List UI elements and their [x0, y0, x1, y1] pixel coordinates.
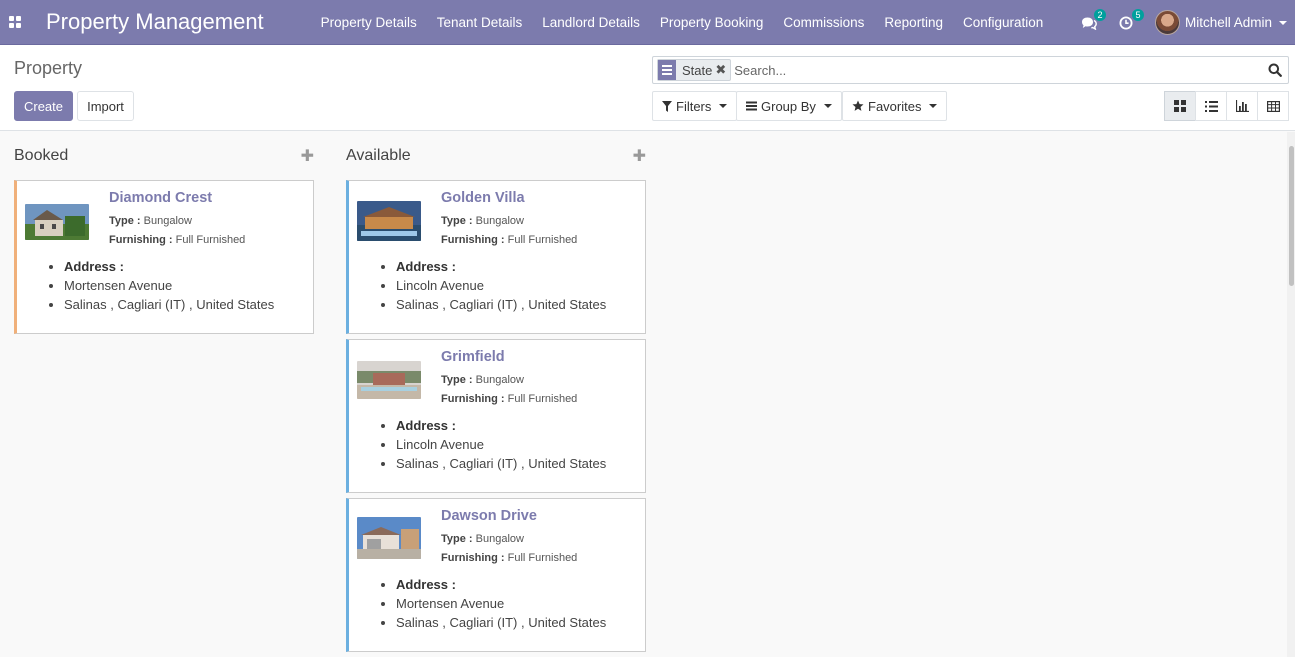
- property-furnishing: Furnishing : Full Furnished: [441, 393, 578, 405]
- search-icon[interactable]: [1268, 63, 1282, 80]
- user-menu[interactable]: Mitchell Admin: [1154, 10, 1287, 35]
- main-menu: Property Details Tenant Details Landlord…: [311, 0, 1054, 45]
- property-name[interactable]: Grimfield: [441, 349, 505, 365]
- property-type: Type : Bungalow: [441, 374, 524, 386]
- menu-property-details[interactable]: Property Details: [311, 0, 427, 45]
- vertical-scrollbar[interactable]: [1287, 132, 1295, 657]
- kanban-column-available: Available ✚ Golden Villa Type : Bungalow…: [346, 132, 646, 657]
- facet-remove-icon[interactable]: ✖: [715, 62, 730, 78]
- kanban-column-booked: Booked ✚ Diamond Crest Type : Bungalow F…: [14, 132, 314, 339]
- breadcrumb: Property: [14, 58, 83, 78]
- scrollbar-thumb[interactable]: [1289, 146, 1294, 286]
- groupby-facet-icon: [658, 60, 676, 80]
- filters-caret-icon: [719, 104, 728, 108]
- control-panel: Property Create Import State ✖ Filters G…: [0, 45, 1295, 131]
- property-thumbnail: [357, 201, 421, 241]
- kanban-view-button[interactable]: [1164, 91, 1196, 121]
- property-address: Address : Mortensen Avenue Salinas , Cag…: [64, 257, 274, 314]
- favorites-dropdown[interactable]: Favorites: [842, 91, 948, 121]
- kanban-card[interactable]: Dawson Drive Type : Bungalow Furnishing …: [346, 498, 646, 652]
- search-bar: State ✖: [652, 56, 1289, 84]
- user-name: Mitchell Admin: [1184, 15, 1272, 30]
- add-card-plus-icon[interactable]: ✚: [633, 146, 646, 166]
- groupby-label: Group By: [761, 98, 816, 114]
- property-type: Type : Bungalow: [441, 533, 524, 545]
- view-switcher: [1164, 91, 1289, 121]
- messages-button[interactable]: 2: [1081, 8, 1106, 30]
- user-caret-icon: [1279, 20, 1287, 25]
- filter-icon: [662, 100, 672, 112]
- star-icon: [852, 100, 864, 111]
- menu-tenant-details[interactable]: Tenant Details: [427, 0, 533, 45]
- property-address: Address : Lincoln Avenue Salinas , Cagli…: [396, 257, 606, 314]
- user-avatar: [1154, 10, 1180, 35]
- property-thumbnail: [25, 204, 89, 240]
- filters-label: Filters: [676, 98, 712, 114]
- property-furnishing: Furnishing : Full Furnished: [109, 234, 246, 246]
- menu-commissions[interactable]: Commissions: [773, 0, 874, 45]
- table-icon: [1266, 100, 1280, 112]
- property-thumbnail: [357, 517, 421, 559]
- kanban-icon: [1174, 100, 1186, 112]
- apps-grid-icon: [9, 16, 21, 28]
- create-button[interactable]: Create: [14, 91, 73, 121]
- graph-view-button[interactable]: [1226, 91, 1258, 121]
- filters-dropdown[interactable]: Filters: [652, 91, 738, 121]
- pivot-view-button[interactable]: [1257, 91, 1289, 121]
- menu-landlord-details[interactable]: Landlord Details: [532, 0, 650, 45]
- property-name[interactable]: Diamond Crest: [109, 190, 212, 206]
- menu-configuration[interactable]: Configuration: [953, 0, 1053, 45]
- add-card-plus-icon[interactable]: ✚: [301, 146, 314, 166]
- clock-icon: [1119, 16, 1133, 30]
- top-navbar: Property Management Property Details Ten…: [0, 0, 1295, 45]
- groupby-dropdown[interactable]: Group By: [736, 91, 842, 121]
- list-icon: [1204, 100, 1218, 112]
- groupby-caret-icon: [823, 104, 832, 108]
- property-address: Address : Mortensen Avenue Salinas , Cag…: [396, 575, 606, 632]
- favorites-label: Favorites: [868, 98, 922, 114]
- activities-badge: 5: [1131, 8, 1144, 21]
- column-header: Booked ✚: [14, 132, 314, 180]
- property-name[interactable]: Golden Villa: [441, 190, 525, 206]
- property-name[interactable]: Dawson Drive: [441, 508, 537, 524]
- menu-property-booking[interactable]: Property Booking: [650, 0, 774, 45]
- app-name[interactable]: Property Management: [46, 9, 264, 35]
- apps-menu-button[interactable]: [0, 0, 30, 45]
- column-title: Available: [346, 147, 411, 164]
- search-facet-state[interactable]: State ✖: [657, 59, 732, 81]
- property-type: Type : Bungalow: [441, 215, 524, 227]
- property-furnishing: Furnishing : Full Furnished: [441, 234, 578, 246]
- messages-badge: 2: [1093, 8, 1106, 21]
- list-view-button[interactable]: [1195, 91, 1227, 121]
- kanban-board: Booked ✚ Diamond Crest Type : Bungalow F…: [0, 132, 1295, 657]
- kanban-card[interactable]: Diamond Crest Type : Bungalow Furnishing…: [14, 180, 314, 334]
- property-type: Type : Bungalow: [109, 215, 192, 227]
- groupby-icon: [746, 101, 757, 111]
- favorites-caret-icon: [929, 104, 938, 108]
- import-button[interactable]: Import: [77, 91, 134, 121]
- kanban-card[interactable]: Golden Villa Type : Bungalow Furnishing …: [346, 180, 646, 334]
- search-input[interactable]: [734, 62, 1288, 78]
- bar-chart-icon: [1235, 100, 1249, 112]
- systray: 2 5 Mitchell Admin: [1081, 0, 1295, 45]
- property-furnishing: Furnishing : Full Furnished: [441, 552, 578, 564]
- column-title: Booked: [14, 147, 69, 164]
- property-address: Address : Lincoln Avenue Salinas , Cagli…: [396, 416, 606, 473]
- property-thumbnail: [357, 361, 421, 399]
- column-header: Available ✚: [346, 132, 646, 180]
- menu-reporting[interactable]: Reporting: [874, 0, 953, 45]
- facet-label: State: [682, 62, 713, 78]
- kanban-card[interactable]: Grimfield Type : Bungalow Furnishing : F…: [346, 339, 646, 493]
- activities-button[interactable]: 5: [1119, 8, 1144, 30]
